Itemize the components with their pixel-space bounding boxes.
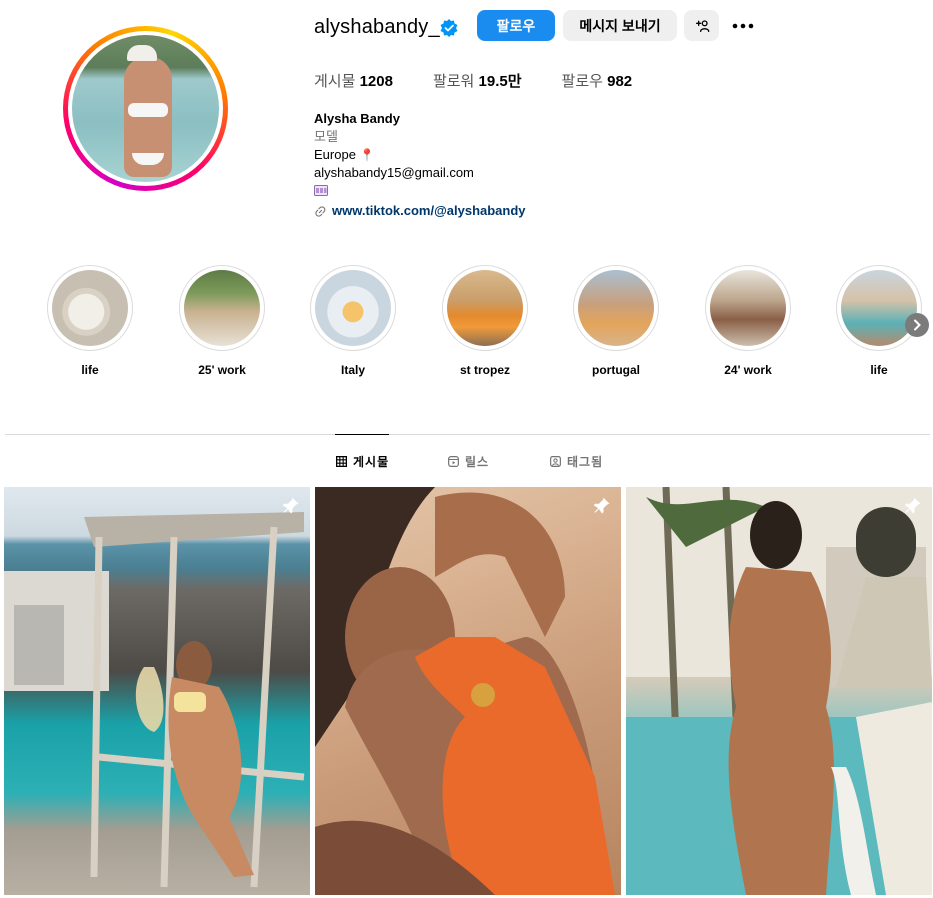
story-highlights: life 25' work Italy st tropez portugal 2… bbox=[0, 265, 933, 385]
following-count[interactable]: 팔로우 982 bbox=[562, 70, 633, 91]
post-image bbox=[626, 487, 932, 895]
highlight-label: life bbox=[870, 363, 888, 377]
location-pin-icon: 📍 bbox=[359, 148, 375, 162]
profile-bio: Alysha Bandy 모델 Europe 📍 alyshabandy15@g… bbox=[314, 110, 526, 220]
profile-category: 모델 bbox=[314, 129, 338, 144]
active-tab-indicator bbox=[335, 434, 389, 435]
reels-icon bbox=[448, 456, 459, 467]
post-thumbnail[interactable] bbox=[626, 487, 932, 895]
highlight-item[interactable]: portugal bbox=[573, 265, 659, 377]
post-image bbox=[315, 487, 615, 895]
post-thumbnail[interactable] bbox=[315, 487, 621, 895]
highlight-item[interactable]: Italy bbox=[310, 265, 396, 377]
pinned-post-icon bbox=[593, 497, 610, 514]
post-image bbox=[4, 512, 305, 888]
highlight-item[interactable]: 24' work bbox=[705, 265, 791, 377]
chevron-right-icon bbox=[914, 319, 921, 331]
tagged-icon bbox=[550, 456, 561, 467]
tab-tagged[interactable]: 태그됨 bbox=[550, 453, 603, 470]
highlight-label: portugal bbox=[592, 363, 640, 377]
profile-full-name: Alysha Bandy bbox=[314, 111, 400, 126]
profile-avatar[interactable] bbox=[63, 26, 228, 191]
film-frames-icon bbox=[314, 185, 328, 196]
highlight-label: st tropez bbox=[459, 363, 510, 377]
link-icon bbox=[315, 205, 326, 217]
profile-username: alyshabandy_ bbox=[314, 16, 440, 38]
highlight-item[interactable]: st tropez bbox=[442, 265, 528, 377]
suggested-users-button[interactable] bbox=[684, 10, 719, 41]
pinned-post-icon bbox=[904, 497, 921, 514]
highlight-item[interactable]: 25' work bbox=[179, 265, 265, 377]
highlight-label: 25' work bbox=[198, 363, 246, 377]
highlight-label: life bbox=[81, 363, 99, 377]
tab-posts[interactable]: 게시물 bbox=[336, 453, 389, 470]
highlight-label: Italy bbox=[340, 363, 365, 377]
grid-icon bbox=[336, 456, 347, 467]
profile-stats: 게시물 1208 팔로워 19.5만 팔로우 982 bbox=[314, 70, 672, 91]
bio-link[interactable]: www.tiktok.com/@alyshabandy bbox=[314, 202, 526, 220]
highlight-item[interactable]: life bbox=[47, 265, 133, 377]
post-thumbnail[interactable] bbox=[4, 487, 310, 895]
tab-reels[interactable]: 릴스 bbox=[448, 453, 489, 470]
follow-button[interactable]: 팔로우 bbox=[477, 10, 555, 41]
more-options-button[interactable] bbox=[731, 14, 755, 38]
highlights-next-button[interactable] bbox=[905, 313, 929, 337]
pinned-post-icon bbox=[282, 497, 299, 514]
verified-badge-icon bbox=[440, 19, 458, 37]
bio-email: alyshabandy15@gmail.com bbox=[314, 165, 474, 180]
followers-count[interactable]: 팔로워 19.5만 bbox=[433, 70, 522, 91]
profile-photo bbox=[72, 35, 219, 182]
bio-location: Europe 📍 bbox=[314, 147, 375, 162]
highlight-label: 24' work bbox=[724, 363, 772, 377]
tabs-divider bbox=[5, 434, 930, 435]
posts-count: 게시물 1208 bbox=[314, 73, 393, 90]
more-options-icon bbox=[732, 23, 754, 29]
add-user-icon bbox=[695, 19, 709, 32]
send-message-button[interactable]: 메시지 보내기 bbox=[563, 10, 677, 41]
